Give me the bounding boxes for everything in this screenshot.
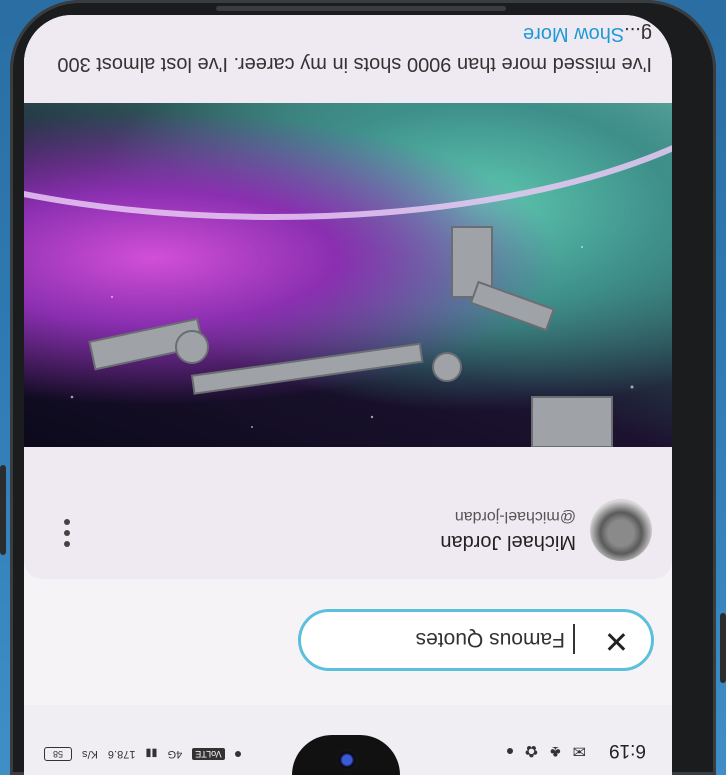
- avatar[interactable]: [590, 499, 652, 561]
- power-button: [0, 465, 6, 555]
- post-image[interactable]: [24, 103, 672, 447]
- bell-icon: ♣: [550, 743, 561, 760]
- system-icons: VoLTE 4G ▮▮ 178.6 K/s 58: [44, 747, 241, 761]
- screen: 6:19 ✉ ♣ ✿ VoLTE 4G ▮▮ 178.6 K/s 58 ✕ Fa…: [24, 15, 672, 775]
- more-options-icon[interactable]: [64, 519, 70, 547]
- network-gen: 4G: [167, 748, 183, 760]
- phone-frame: 6:19 ✉ ♣ ✿ VoLTE 4G ▮▮ 178.6 K/s 58 ✕ Fa…: [10, 0, 716, 775]
- search-bar[interactable]: ✕ Famous Quotes: [298, 609, 654, 671]
- front-camera-icon: [336, 749, 358, 771]
- speaker-grille: [216, 6, 506, 11]
- author-name[interactable]: Michael Jordan: [440, 530, 576, 553]
- message-icon: ✉: [572, 742, 586, 759]
- author-handle[interactable]: @michael-jordan: [455, 507, 576, 525]
- net-speed: 178.6: [107, 748, 136, 760]
- search-input[interactable]: Famous Quotes: [416, 627, 565, 651]
- volte-badge: VoLTE: [192, 748, 225, 760]
- battery-icon: 58: [44, 747, 72, 761]
- notification-icons: ✉ ♣ ✿: [506, 741, 586, 761]
- bird-icon: ✿: [524, 742, 539, 759]
- post-text: I've missed more than 9000 shots in my c…: [44, 19, 652, 79]
- close-icon[interactable]: ✕: [604, 624, 629, 657]
- clock: 6:19: [609, 740, 646, 761]
- space-station-arm-image: [24, 103, 672, 447]
- show-more-link[interactable]: Show More: [523, 23, 624, 45]
- status-bar: 6:19 ✉ ♣ ✿ VoLTE 4G ▮▮ 178.6 K/s 58: [24, 705, 672, 775]
- screenshot-stage: 6:19 ✉ ♣ ✿ VoLTE 4G ▮▮ 178.6 K/s 58 ✕ Fa…: [0, 0, 726, 775]
- more-notifications-dot: [506, 748, 513, 754]
- text-cursor: [573, 624, 575, 654]
- indicator-dot: [234, 751, 241, 757]
- volume-button: [720, 613, 726, 683]
- signal-icon: ▮▮: [145, 747, 158, 760]
- net-speed-unit: K/s: [82, 748, 98, 760]
